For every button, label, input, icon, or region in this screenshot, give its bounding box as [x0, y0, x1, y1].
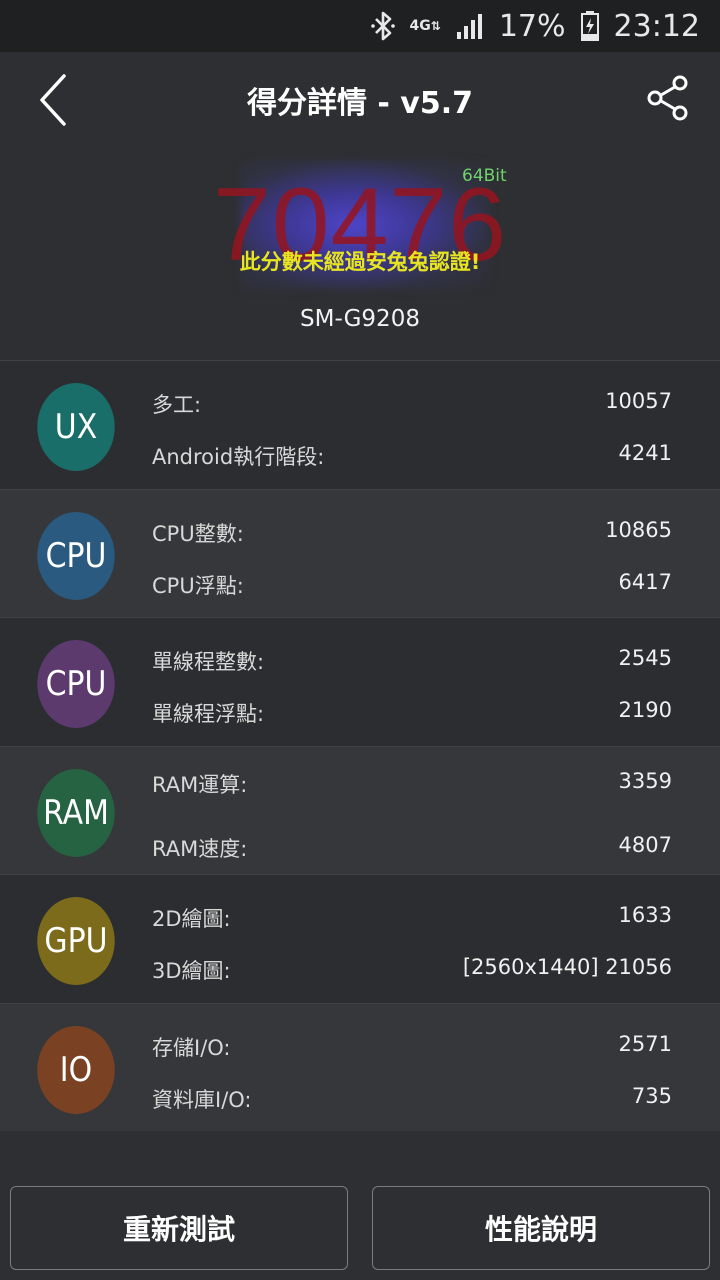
category-row-io: IO 存儲I/O: 2571 資料庫I/O: 735 — [0, 1002, 720, 1131]
metric-value: 4241 — [618, 441, 672, 465]
category-row-single-thread: CPU 單線程整數: 2545 單線程浮點: 2190 — [0, 617, 720, 746]
ux-badge: UX — [37, 383, 115, 471]
metric-value: 4807 — [618, 832, 672, 857]
metric-value: [2560x1440] 21056 — [462, 955, 672, 979]
signal-icon — [455, 12, 485, 40]
category-row-gpu: GPU 2D繪圖: 1633 3D繪圖: [2560x1440] 21056 — [0, 874, 720, 1003]
status-bar: 4G ⇅ 17% 23:12 — [0, 0, 720, 52]
performance-info-button[interactable]: 性能說明 — [372, 1186, 710, 1270]
score-panel: 70476 64Bit 此分數未經過安兔兔認證! SM-G9208 — [0, 148, 720, 360]
battery-percent: 17% — [498, 8, 566, 44]
metric-label: 多工: — [152, 393, 202, 417]
score-breakdown-list: UX 多工: 10057 Android執行階段: 4241 CPU CPU整數… — [0, 360, 720, 1131]
page-title: 得分詳情 - v5.7 — [246, 86, 474, 121]
metric-value: 1633 — [618, 903, 672, 927]
io-badge: IO — [37, 1025, 115, 1114]
share-button[interactable] — [644, 74, 692, 122]
metric-value: 6417 — [618, 569, 672, 594]
cpu-single-thread-badge: CPU — [37, 640, 115, 728]
metric-label: RAM運算: — [152, 772, 248, 797]
network-type-label: 4G — [409, 18, 431, 34]
metric-label: 存儲I/O: — [152, 1035, 231, 1060]
app-header: 得分詳情 - v5.7 — [0, 52, 720, 148]
device-name: SM-G9208 — [300, 306, 420, 332]
metric-value: 10865 — [605, 517, 672, 542]
share-icon — [647, 75, 688, 121]
metric-label: 單線程浮點: — [152, 702, 265, 726]
network-type-icon: 4G ⇅ — [409, 18, 441, 34]
bluetooth-icon — [370, 11, 396, 41]
metric-value: 735 — [631, 1083, 672, 1108]
metric-label: 3D繪圖: — [152, 959, 231, 983]
clock: 23:12 — [613, 8, 700, 44]
metric-label: CPU浮點: — [152, 573, 244, 598]
metric-value: 10057 — [605, 389, 672, 413]
metric-label: CPU整數: — [152, 521, 244, 546]
category-row-cpu: CPU CPU整數: 10865 CPU浮點: 6417 — [0, 488, 720, 617]
category-row-ux: UX 多工: 10057 Android執行階段: 4241 — [0, 360, 720, 489]
certification-warning: 此分數未經過安兔兔認證! — [239, 250, 481, 274]
metric-label: 2D繪圖: — [152, 907, 231, 931]
metric-label: Android執行階段: — [152, 445, 325, 469]
battery-charging-icon — [580, 10, 600, 42]
retest-button[interactable]: 重新測試 — [10, 1186, 348, 1270]
metric-value: 2190 — [618, 698, 672, 722]
metric-label: RAM速度: — [152, 836, 248, 861]
bit-label: 64Bit — [462, 166, 507, 186]
metric-label: 資料庫I/O: — [152, 1087, 252, 1112]
metric-value: 2545 — [618, 646, 672, 670]
category-row-ram: RAM RAM運算: 3359 RAM速度: 4807 — [0, 745, 720, 874]
gpu-badge: GPU — [37, 897, 115, 985]
cpu-badge: CPU — [37, 511, 115, 600]
metric-label: 單線程整數: — [152, 650, 265, 674]
metric-value: 2571 — [618, 1031, 672, 1056]
ram-badge: RAM — [37, 768, 115, 857]
metric-value: 3359 — [618, 768, 672, 793]
